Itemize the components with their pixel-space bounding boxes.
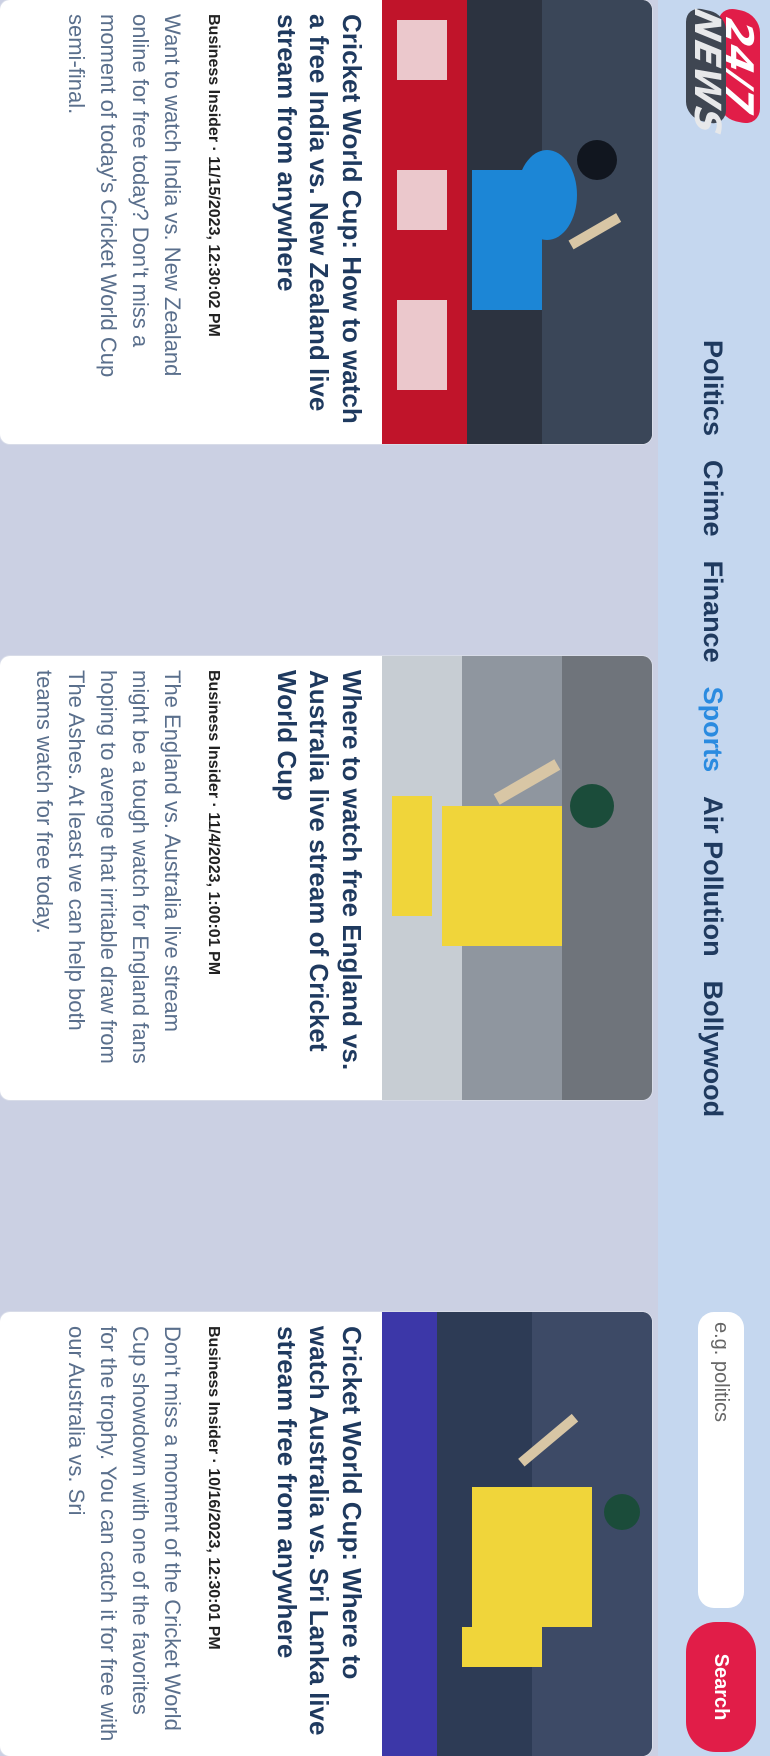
article-source: Business Insider · 11/4/2023, 1:00:01 PM: [205, 670, 222, 976]
article-card[interactable]: Where to watch free England vs. Australi…: [0, 656, 652, 1100]
nav-item-finance[interactable]: Finance: [697, 561, 728, 663]
search-button[interactable]: Search: [686, 1622, 756, 1752]
article-card[interactable]: Cricket World Cup: How to watch a free I…: [0, 0, 652, 444]
nav-item-sports[interactable]: Sports: [697, 687, 728, 773]
site-logo[interactable]: 24/7 NEWS: [686, 5, 761, 139]
article-title[interactable]: Cricket World Cup: How to watch a free I…: [271, 14, 369, 432]
top-navigation: 24/7 NEWS Politics Crime Finance Sports …: [658, 0, 770, 1756]
article-title[interactable]: Where to watch free England vs. Australi…: [271, 670, 369, 1088]
article-description: Don't miss a moment of the Cricket World…: [64, 1326, 185, 1742]
nav-item-air-pollution[interactable]: Air Pollution: [697, 796, 728, 956]
article-source: Business Insider · 11/15/2023, 12:30:02 …: [205, 14, 222, 337]
article-image-india-batsman: [382, 0, 652, 444]
article-title[interactable]: Cricket World Cup: Where to watch Austra…: [271, 1326, 369, 1744]
nav-item-bollywood[interactable]: Bollywood: [697, 981, 728, 1118]
search-input[interactable]: e.g. politics: [698, 1312, 744, 1608]
article-image-australia-batsman: [382, 656, 652, 1100]
category-menu: Politics Crime Finance Sports Air Pollut…: [697, 340, 728, 1141]
article-image-australia-srilanka-batsman: [382, 1312, 652, 1756]
article-card[interactable]: Cricket World Cup: Where to watch Austra…: [0, 1312, 652, 1756]
page-rotated-stage: 24/7 NEWS Politics Crime Finance Sports …: [0, 0, 770, 1756]
nav-item-politics[interactable]: Politics: [697, 340, 728, 436]
logo-bottom-text: NEWS: [686, 5, 727, 139]
article-source: Business Insider · 10/16/2023, 12:30:01 …: [205, 1326, 222, 1650]
article-description: The England vs. Australia live stream mi…: [32, 670, 185, 1064]
nav-item-crime[interactable]: Crime: [697, 460, 728, 537]
article-description: Want to watch India vs. New Zealand onli…: [64, 14, 185, 378]
